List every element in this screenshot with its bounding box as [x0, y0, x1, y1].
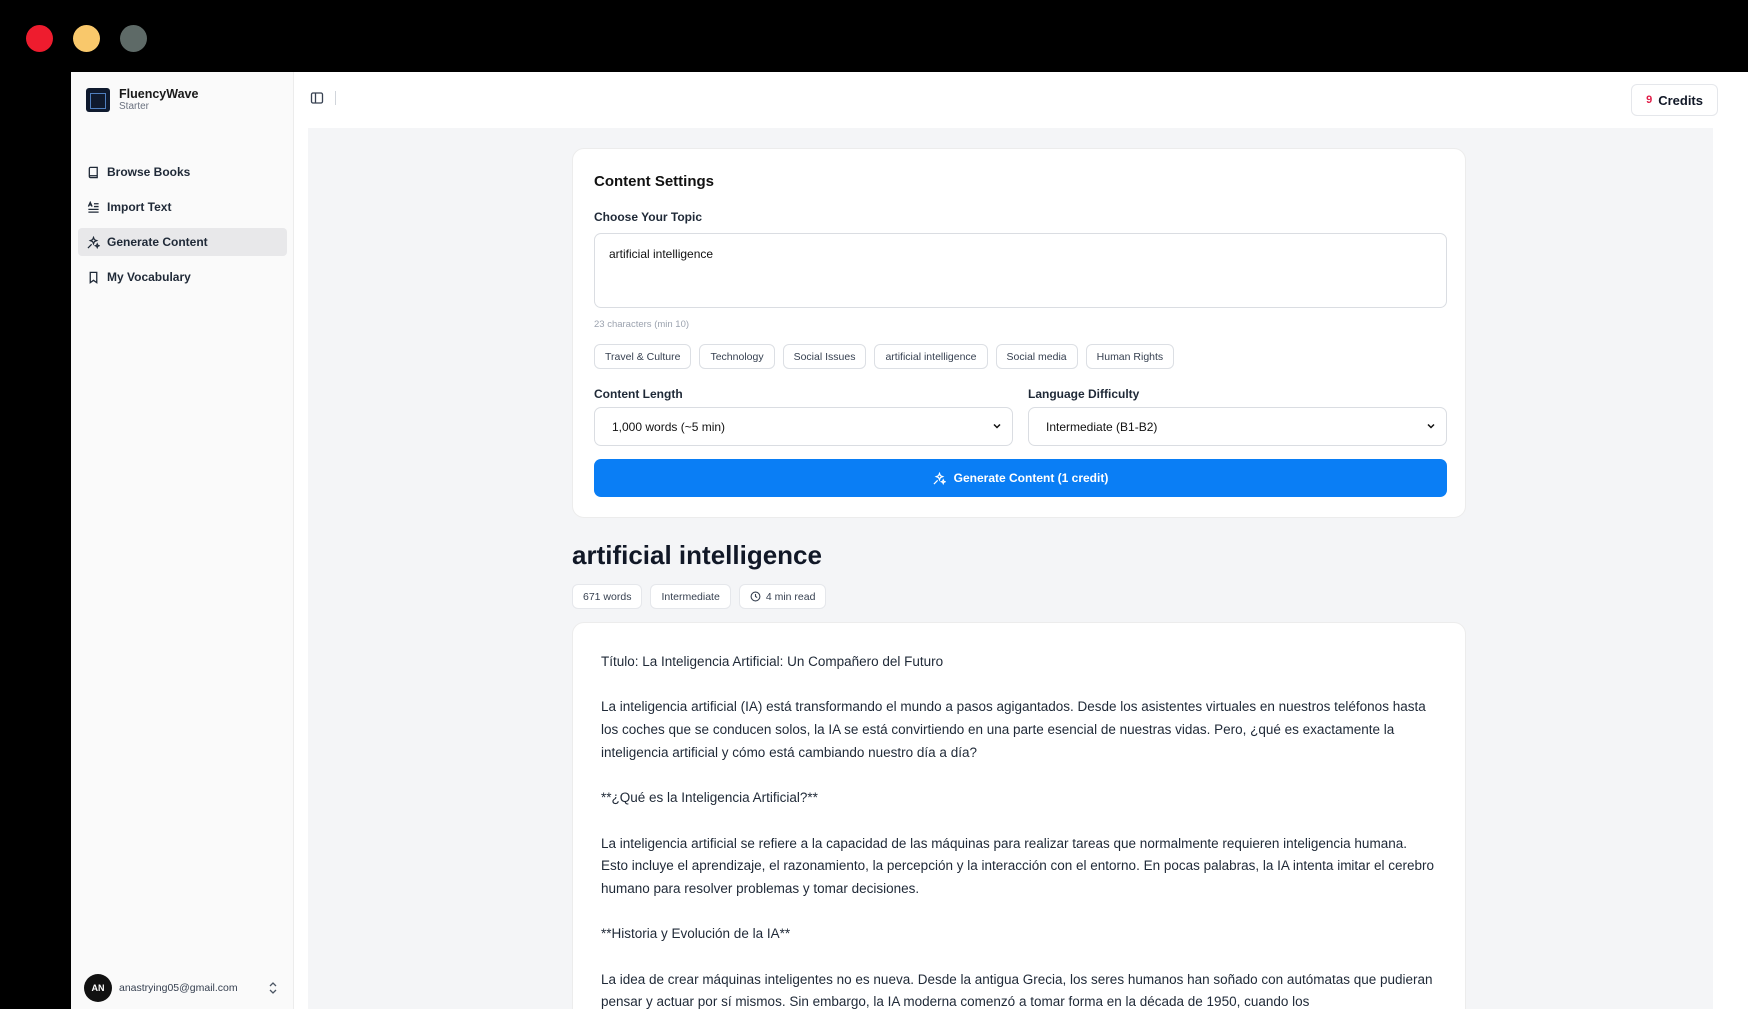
sidebar-item-import-text[interactable]: Import Text	[78, 193, 287, 221]
chevrons-up-down-icon	[267, 981, 281, 995]
content-length-select[interactable]: 1,000 words (~5 min)	[594, 407, 1013, 446]
word-count-badge: 671 words	[572, 584, 643, 609]
topic-input[interactable]: artificial intelligence	[594, 233, 1447, 308]
card-title: Content Settings	[594, 173, 714, 190]
sidebar-item-generate-content[interactable]: Generate Content	[78, 228, 287, 256]
credits-count: 9	[1646, 94, 1653, 106]
maximize-window-button[interactable]	[120, 25, 147, 52]
minimize-window-button[interactable]	[73, 25, 100, 52]
topic-chip[interactable]: Social Issues	[782, 344, 867, 369]
generate-button-label: Generate Content (1 credit)	[953, 471, 1109, 485]
import-text-icon	[86, 200, 100, 214]
level-badge: Intermediate	[650, 584, 731, 609]
brand-name: FluencyWave	[119, 87, 199, 101]
app-window: FluencyWave Starter Browse Books Import …	[71, 72, 1748, 1009]
user-menu[interactable]: AN anastrying05@gmail.com	[84, 974, 281, 1002]
article-paragraph: La idea de crear máquinas inteligentes n…	[601, 971, 1433, 1009]
article-content: Título: La Inteligencia Artificial: Un C…	[572, 622, 1466, 1009]
sidebar-item-my-vocabulary[interactable]: My Vocabulary	[78, 263, 287, 291]
sidebar-item-label: Browse Books	[107, 165, 191, 179]
credits-button[interactable]: 9 Credits	[1631, 84, 1718, 116]
window-titlebar	[0, 0, 1748, 72]
topic-chip[interactable]: Travel & Culture	[594, 344, 692, 369]
language-difficulty-value: Intermediate (B1-B2)	[1046, 419, 1158, 434]
character-count: 23 characters (min 10)	[594, 319, 690, 330]
brand[interactable]: FluencyWave Starter	[86, 87, 198, 113]
divider	[335, 91, 336, 105]
sidebar-nav: Browse Books Import Text Generate Conten…	[78, 158, 287, 298]
sidebar: FluencyWave Starter Browse Books Import …	[71, 72, 294, 1009]
article-meta: 671 words Intermediate 4 min read	[572, 584, 834, 609]
topic-chip[interactable]: Social media	[995, 344, 1078, 369]
sidebar-item-label: Import Text	[107, 200, 172, 214]
topic-label: Choose Your Topic	[594, 210, 703, 224]
sidebar-item-browse-books[interactable]: Browse Books	[78, 158, 287, 186]
language-difficulty-select[interactable]: Intermediate (B1-B2)	[1028, 407, 1447, 446]
topic-chip[interactable]: Technology	[699, 344, 775, 369]
read-time-badge: 4 min read	[738, 584, 827, 609]
article-paragraph: **Historia y Evolución de la IA**	[601, 926, 791, 942]
brand-plan: Starter	[119, 101, 150, 113]
close-window-button[interactable]	[26, 25, 53, 52]
book-icon	[86, 165, 100, 179]
article-paragraph: La inteligencia artificial (IA) está tra…	[601, 699, 1426, 760]
article-title: artificial intelligence	[572, 540, 822, 570]
topic-chip[interactable]: Human Rights	[1085, 344, 1175, 369]
topic-suggestions: Travel & Culture Technology Social Issue…	[594, 344, 1182, 369]
main-content: Content Settings Choose Your Topic artif…	[308, 128, 1713, 1009]
sidebar-item-label: My Vocabulary	[107, 270, 191, 284]
bookmark-icon	[86, 270, 100, 284]
content-length-label: Content Length	[594, 387, 683, 401]
language-difficulty-label: Language Difficulty	[1028, 387, 1140, 401]
article-paragraph: Título: La Inteligencia Artificial: Un C…	[601, 654, 944, 669]
chevron-down-icon	[1426, 420, 1436, 434]
content-settings-card: Content Settings Choose Your Topic artif…	[572, 148, 1466, 518]
avatar: AN	[84, 974, 112, 1002]
article-paragraph: La inteligencia artificial se refiere a …	[601, 835, 1434, 896]
credits-label: Credits	[1658, 92, 1703, 108]
read-time-label: 4 min read	[765, 590, 816, 603]
generate-content-button[interactable]: Generate Content (1 credit)	[594, 459, 1447, 497]
top-bar: 9 Credits	[295, 72, 1748, 128]
content-length-value: 1,000 words (~5 min)	[612, 419, 726, 434]
topic-chip[interactable]: artificial intelligence	[874, 344, 988, 369]
sparkles-icon	[86, 235, 100, 249]
chevron-down-icon	[992, 420, 1002, 434]
article-paragraph: **¿Qué es la Inteligencia Artificial?**	[601, 790, 818, 806]
clock-icon	[750, 591, 761, 602]
sidebar-item-label: Generate Content	[107, 235, 208, 249]
sidebar-toggle-icon[interactable]	[310, 91, 324, 105]
sparkles-icon	[933, 471, 946, 485]
user-email: anastrying05@gmail.com	[119, 982, 238, 994]
brand-logo-icon	[86, 87, 110, 112]
